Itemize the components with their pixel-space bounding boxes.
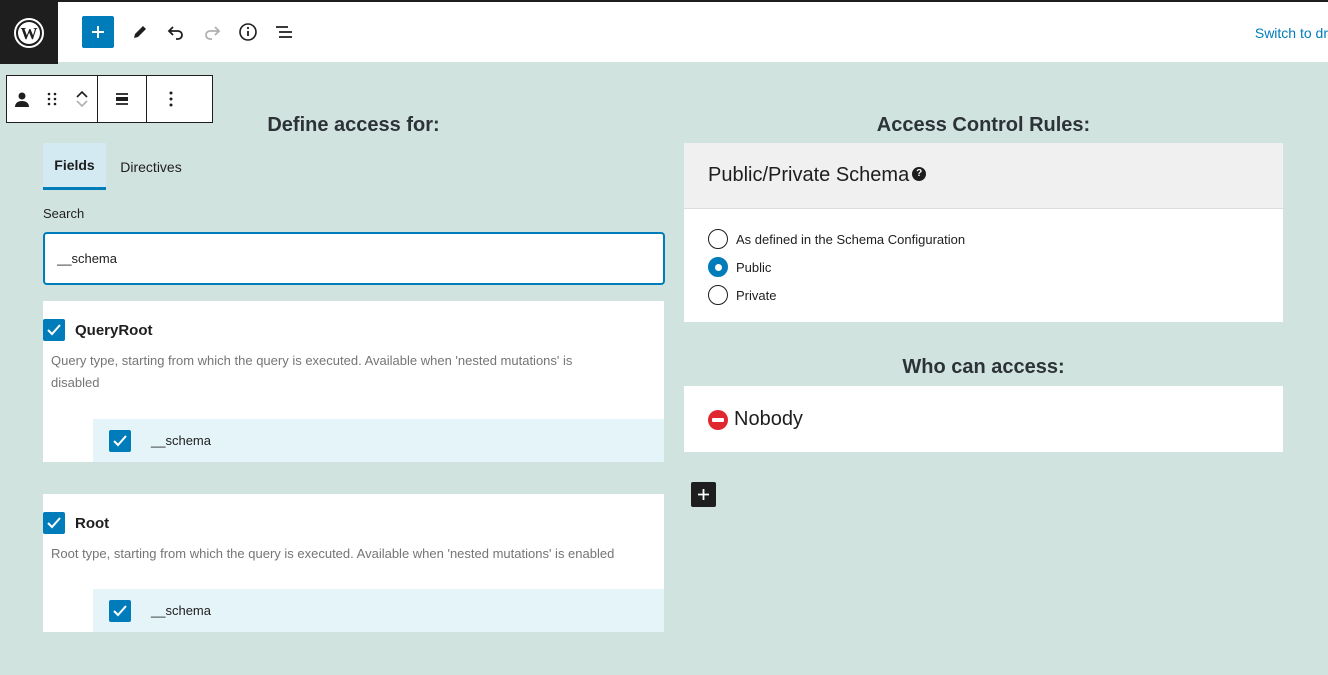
list-view-button[interactable] (268, 16, 300, 48)
check-icon (113, 435, 127, 447)
field-row: __schema (93, 589, 664, 632)
schema-panel-header: Public/Private Schema ? (684, 143, 1283, 209)
block-inserter-button[interactable] (691, 482, 716, 507)
type-card-queryroot: QueryRoot Query type, starting from whic… (43, 301, 664, 462)
editor-top-bar: W Switch to dr (0, 0, 1328, 64)
schema-panel: Public/Private Schema ? As defined in th… (684, 143, 1283, 322)
edit-pencil-button[interactable] (124, 16, 156, 48)
tab-directives[interactable]: Directives (106, 143, 196, 190)
info-icon (239, 23, 257, 41)
field-name: __schema (151, 603, 211, 618)
user-icon[interactable] (7, 76, 37, 122)
radio-option-public[interactable]: Public (708, 257, 771, 277)
who-can-access-panel[interactable]: Nobody (684, 386, 1283, 452)
access-value-label: Nobody (734, 408, 803, 430)
access-value: Nobody (708, 408, 803, 431)
radio-label: As defined in the Schema Configuration (736, 231, 966, 247)
svg-text:W: W (21, 24, 38, 43)
details-button[interactable] (232, 16, 264, 48)
radio-option-schema-config[interactable]: As defined in the Schema Configuration (708, 229, 965, 249)
check-icon (47, 517, 61, 529)
search-label: Search (43, 206, 85, 221)
type-checkbox-root[interactable] (43, 512, 65, 534)
radio-button[interactable] (708, 229, 728, 249)
radio-label: Public (736, 259, 772, 275)
access-control-rules-heading: Access Control Rules: (876, 114, 1091, 136)
radio-button[interactable] (708, 285, 728, 305)
radio-button[interactable] (708, 257, 728, 277)
help-icon[interactable]: ? (912, 166, 927, 181)
plus-icon (698, 489, 709, 500)
list-view-icon (276, 26, 292, 38)
switch-to-draft-link[interactable]: Switch to dr (1255, 25, 1328, 41)
undo-button[interactable] (160, 16, 192, 48)
add-block-button[interactable] (82, 16, 114, 48)
field-checkbox-schema[interactable] (109, 600, 131, 622)
wordpress-logo-icon[interactable]: W (0, 2, 58, 64)
check-icon (113, 605, 127, 617)
schema-panel-title: Public/Private Schema (708, 164, 910, 186)
redo-button[interactable] (196, 16, 228, 48)
type-card-root: Root Root type, starting from which the … (43, 494, 664, 632)
tab-fields[interactable]: Fields (43, 143, 106, 190)
search-input[interactable] (43, 232, 665, 285)
redo-icon (205, 26, 221, 40)
field-row: __schema (93, 419, 664, 462)
undo-icon (167, 26, 183, 40)
field-name: __schema (151, 433, 211, 448)
type-description: Root type, starting from which the query… (51, 546, 615, 561)
type-description: Query type, starting from which the quer… (51, 353, 573, 390)
radio-option-private[interactable]: Private (708, 285, 776, 305)
who-can-access-heading: Who can access: (902, 356, 1065, 378)
radio-label: Private (736, 287, 777, 303)
plus-icon (92, 26, 104, 38)
field-checkbox-schema[interactable] (109, 430, 131, 452)
define-access-heading: Define access for: (267, 114, 440, 136)
chevron-down-icon[interactable] (75, 99, 89, 109)
edit-pencil-icon (134, 26, 146, 38)
chevron-up-icon[interactable] (75, 89, 89, 99)
no-entry-icon (708, 409, 728, 430)
type-name: QueryRoot (75, 322, 153, 339)
check-icon (47, 324, 61, 336)
type-checkbox-queryroot[interactable] (43, 319, 65, 341)
type-name: Root (75, 515, 110, 532)
